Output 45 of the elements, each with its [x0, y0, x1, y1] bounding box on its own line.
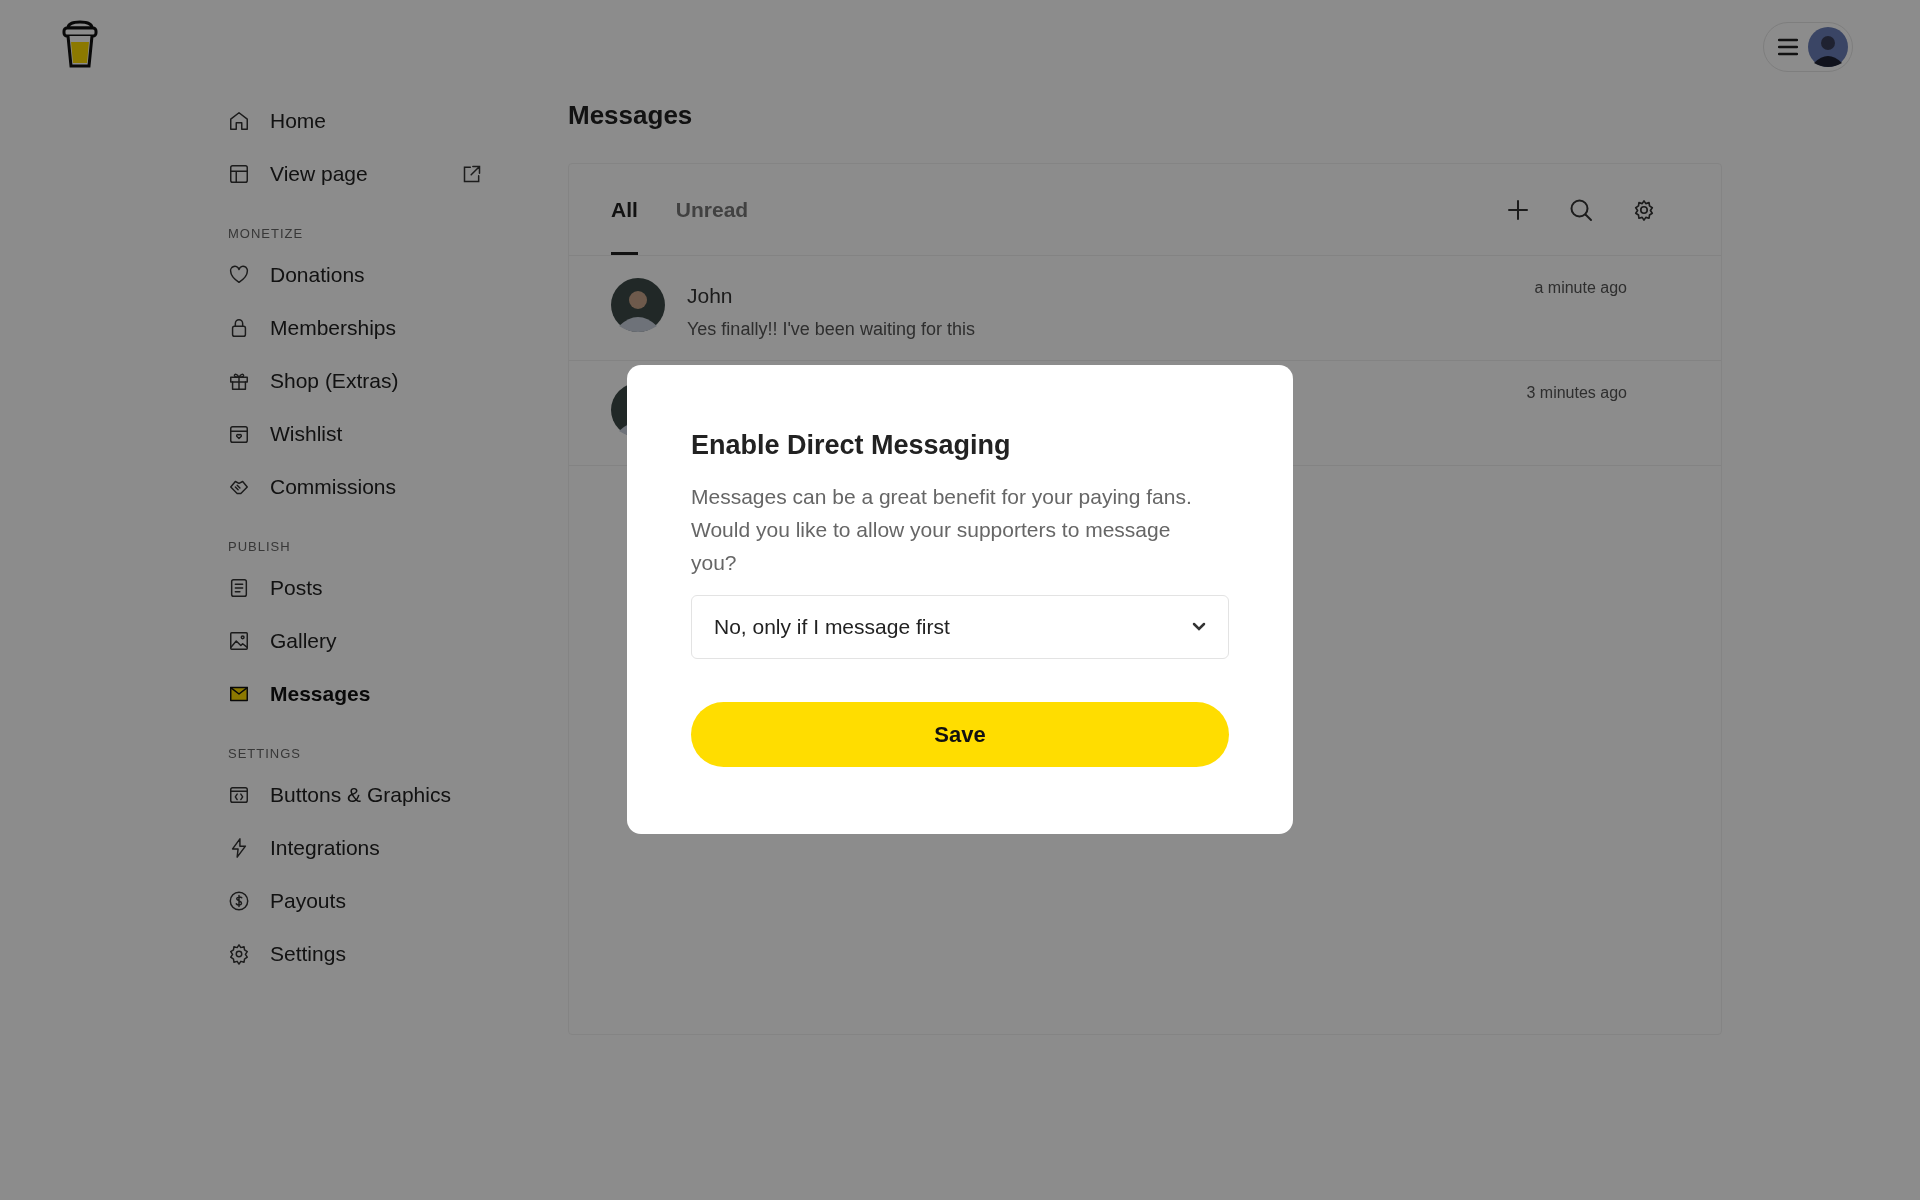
layout-icon: [228, 162, 250, 185]
modal-title: Enable Direct Messaging: [691, 429, 1012, 462]
section-heading: PUBLISH: [228, 538, 292, 556]
message-time: a minute ago: [1534, 278, 1627, 298]
sidebar-item[interactable]: Gallery: [228, 614, 482, 667]
account-menu-button[interactable]: [1763, 22, 1853, 72]
sender-name: John: [687, 283, 734, 309]
sidebar-item[interactable]: View page: [228, 147, 482, 200]
search-icon[interactable]: [1569, 197, 1593, 222]
modal-text: Messages can be a great benefit for your paying fans. Would you like to allow your supporters to message you?: [691, 483, 1193, 576]
avatar: [611, 278, 665, 332]
page-title: Messages: [568, 99, 694, 132]
sidebar-item[interactable]: Wishlist: [228, 407, 482, 460]
sidebar-item[interactable]: Payouts: [228, 874, 482, 927]
menu-icon: [1778, 38, 1798, 56]
sidebar-item[interactable]: Memberships: [228, 301, 482, 354]
tab[interactable]: Unread: [675, 164, 749, 255]
chevron-down-icon: [1192, 621, 1206, 632]
section-heading: SETTINGS: [228, 745, 302, 763]
cup-logo[interactable]: [62, 20, 98, 70]
sidebar-item[interactable]: Integrations: [228, 821, 482, 874]
reply-permission-select[interactable]: No, only if I message first: [691, 594, 1229, 659]
settings-icon: [228, 942, 250, 965]
section-heading: MONETIZE: [228, 225, 305, 243]
avatar: [1808, 27, 1848, 67]
external-link-icon[interactable]: [462, 163, 482, 184]
heart-icon: [228, 263, 250, 286]
tab[interactable]: All: [611, 164, 638, 255]
settings-icon[interactable]: [1633, 198, 1655, 221]
message-time: 3 minutes ago: [1526, 383, 1627, 403]
save-button[interactable]: Save: [691, 701, 1229, 767]
plus-icon[interactable]: [1507, 198, 1529, 221]
sidebar-item[interactable]: Posts: [228, 561, 482, 614]
dollar-coin-icon: [228, 889, 250, 912]
sidebar-item[interactable]: Settings: [228, 927, 482, 980]
document-icon: [228, 576, 250, 599]
image-icon: [228, 629, 250, 652]
sidebar-item[interactable]: Shop (Extras): [228, 354, 482, 407]
sidebar-item[interactable]: Donations: [228, 248, 482, 301]
house-icon: [228, 109, 250, 132]
message-preview: Yes finally!! I've been waiting for this: [687, 317, 975, 341]
sidebar-item[interactable]: Commissions: [228, 460, 482, 513]
sidebar-item[interactable]: Buttons & Graphics: [228, 768, 482, 821]
sidebar-item[interactable]: Home: [228, 94, 482, 147]
sidebar-item[interactable]: Messages: [228, 667, 482, 720]
